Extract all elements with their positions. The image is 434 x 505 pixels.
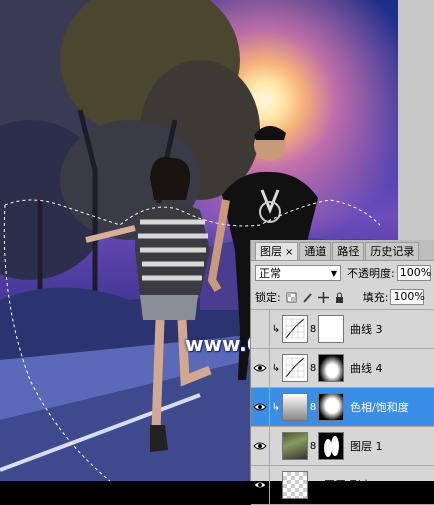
curves-adjustment-icon [282,354,308,382]
lock-all-icon[interactable] [334,292,345,303]
layer-name: 曲线 3 [350,323,383,336]
tab-channels[interactable]: 通道 [299,242,332,260]
chain-link-icon[interactable]: 8 [308,402,318,413]
layer-name: 图层 1 [350,440,383,453]
opacity-field[interactable]: 100% [396,265,431,281]
tab-layers-label: 图层 [260,245,282,258]
visibility-toggle[interactable] [251,310,270,348]
tab-history-label: 历史记录 [370,245,415,258]
curves-adjustment-icon [282,315,308,343]
layer-mask-thumbnail[interactable] [318,354,344,382]
layer-row[interactable]: ↳ 8 曲线 4 [251,349,434,388]
fill-field[interactable]: 100% [390,289,425,305]
lock-row: 锁定: 填充: 100% [251,285,434,310]
chain-link-icon[interactable]: 8 [308,441,318,452]
eye-icon[interactable] [251,427,270,465]
chain-link-icon[interactable]: 8 [308,363,318,374]
blend-options-row: 正常 ▼ 不透明度: 100% [251,261,434,285]
tab-layers[interactable]: 图层 × [255,242,299,260]
layer-mask-thumbnail[interactable] [318,315,344,343]
dropdown-arrow-icon: ▼ [330,268,337,278]
fill-label: 填充: [362,291,389,304]
layer-name: 图层 副本 [324,479,372,492]
panel-tab-bar: 图层 × 通道 路径 历史记录 [251,240,434,261]
panel-dock-strip [398,0,434,240]
layer-mask-thumbnail[interactable] [318,432,344,460]
eye-icon[interactable] [251,388,270,426]
eye-icon[interactable] [251,349,270,387]
tab-paths[interactable]: 路径 [332,242,365,260]
clip-arrow-icon: ↳ [271,401,281,413]
opacity-label: 不透明度: [347,267,395,280]
tab-channels-label: 通道 [304,245,327,258]
layer-row-selected[interactable]: ↳ 8 色相/饱和度 [251,388,434,427]
lock-transparent-icon[interactable] [286,292,297,303]
layer-mask-thumbnail[interactable] [318,393,344,421]
eye-icon[interactable] [251,466,270,504]
layer-row[interactable]: 图层 副本 [251,466,434,505]
blend-mode-select[interactable]: 正常 ▼ [255,265,341,281]
lock-label: 锁定: [255,291,281,304]
close-icon[interactable]: × [285,247,293,258]
layer-thumbnail [282,432,308,460]
hue-saturation-adjustment-icon [282,393,308,421]
layer-row[interactable]: 8 图层 1 [251,427,434,466]
tab-paths-label: 路径 [337,245,360,258]
layer-thumbnail [282,471,308,499]
lock-brush-icon[interactable] [302,292,313,303]
lock-move-icon[interactable] [317,291,329,303]
layers-panel: 图层 × 通道 路径 历史记录 正常 ▼ 不透明度: 100% 锁定: 填充: 1… [250,240,434,505]
clip-arrow-icon: ↳ [271,362,281,374]
chain-link-icon[interactable]: 8 [308,324,318,335]
tab-history[interactable]: 历史记录 [365,242,420,260]
layer-name: 曲线 4 [350,362,383,375]
blend-mode-value: 正常 [259,267,281,280]
clip-arrow-icon: ↳ [271,323,281,335]
layer-row[interactable]: ↳ 8 曲线 3 [251,310,434,349]
layer-name: 色相/饱和度 [350,401,409,414]
